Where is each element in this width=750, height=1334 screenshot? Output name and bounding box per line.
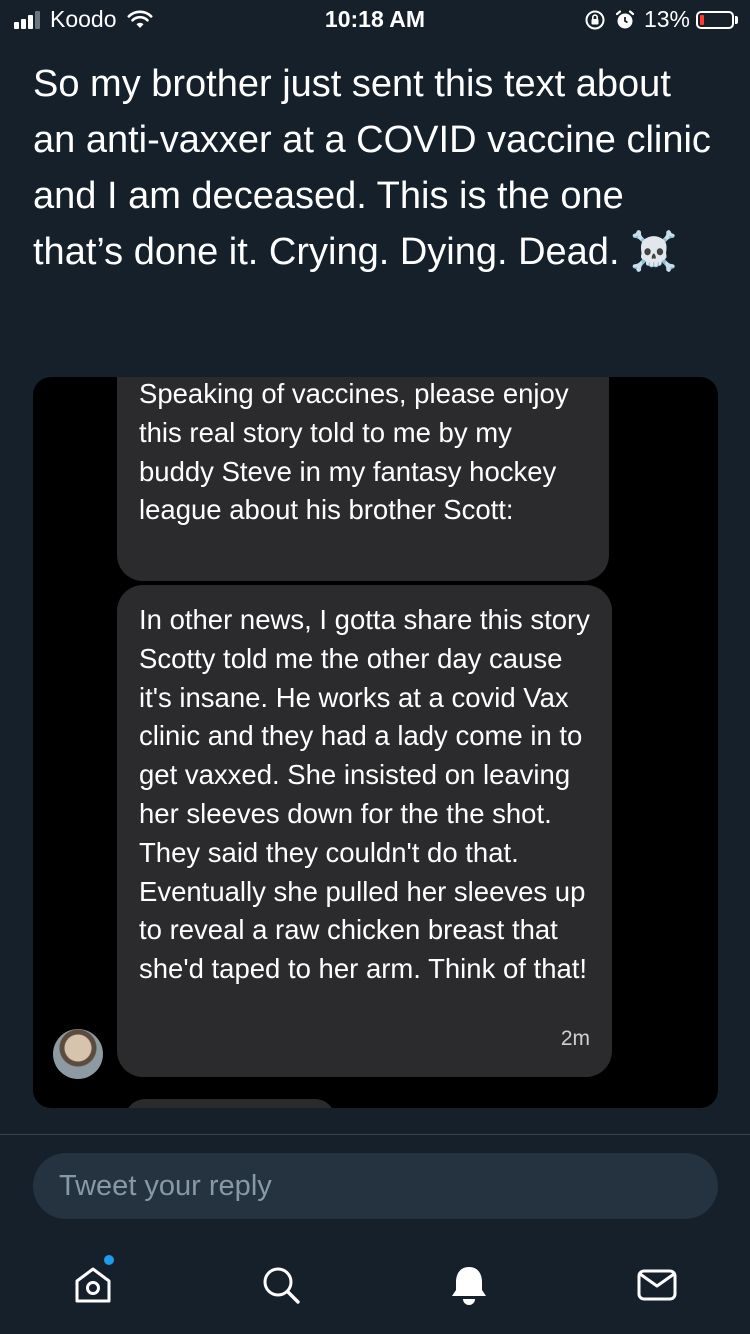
tab-notifications[interactable]	[444, 1260, 494, 1310]
tab-home[interactable]	[68, 1260, 118, 1310]
reply-input[interactable]	[57, 1168, 718, 1204]
notifications-icon	[452, 1267, 486, 1305]
status-bar: Koodo 10:18 AM 13%	[0, 0, 750, 40]
alarm-icon	[615, 9, 635, 28]
tweet-text: So my brother just sent this text about …	[33, 63, 711, 273]
search-icon	[263, 1267, 300, 1304]
message-text: Speaking of vaccines, please enjoy this …	[139, 378, 569, 526]
tab-messages[interactable]	[632, 1260, 682, 1310]
message-bubble: Speaking of vaccines, please enjoy this …	[117, 377, 609, 581]
orientation-lock-icon	[585, 10, 605, 29]
tab-search[interactable]	[256, 1260, 306, 1310]
divider	[0, 1134, 750, 1135]
battery-percent: 13%	[643, 6, 690, 32]
message-time: 2m	[560, 1027, 590, 1051]
reply-box[interactable]	[33, 1153, 718, 1219]
messages-icon	[637, 1269, 677, 1301]
battery-tip	[735, 15, 738, 24]
tweet-media-image[interactable]: Speaking of vaccines, please enjoy this …	[33, 377, 718, 1108]
avatar	[53, 1029, 103, 1079]
message-text: In other news, I gotta share this story …	[139, 604, 590, 985]
message-bubble: In other news, I gotta share this story …	[117, 585, 612, 1077]
tab-bar	[0, 1240, 750, 1334]
message-bubble-partial	[125, 1099, 335, 1108]
battery-icon	[696, 10, 734, 29]
battery-level-fill	[700, 14, 704, 25]
home-icon	[75, 1267, 111, 1303]
status-right: 13%	[584, 6, 738, 33]
new-content-dot	[104, 1255, 114, 1265]
